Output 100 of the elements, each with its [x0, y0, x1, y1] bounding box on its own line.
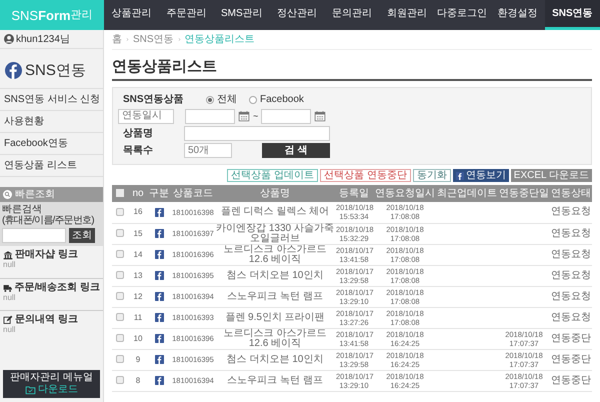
- table-cell: 9: [128, 349, 148, 370]
- search-field[interactable]: [2, 228, 66, 243]
- checkbox[interactable]: [116, 250, 124, 258]
- facebook-icon: [154, 229, 164, 238]
- product-name-field[interactable]: [184, 126, 330, 141]
- truck-icon: [3, 283, 12, 293]
- facebook-icon: [154, 292, 164, 301]
- breadcrumb-link[interactable]: 홈: [112, 34, 122, 44]
- action-button[interactable]: 연동보기: [452, 169, 509, 182]
- sidebar-item[interactable]: 연동상품 리스트: [4, 160, 77, 170]
- table-cell: 플렌 9.5인치 프라이팬: [216, 307, 334, 328]
- link-value: null: [3, 293, 16, 303]
- page-title: 연동상품리스트: [112, 58, 592, 81]
- radio-button[interactable]: [206, 96, 214, 104]
- nav-tab[interactable]: 문의관리: [324, 0, 380, 30]
- folder-icon: [25, 385, 36, 395]
- store-icon: [3, 250, 13, 260]
- table-cell: 연동요청: [550, 286, 592, 307]
- section-title: 빠른조회: [15, 188, 55, 202]
- table-cell: 노르디스크 아스가르드 12.6 베이직: [216, 328, 334, 349]
- table-cell: 연동요청: [550, 202, 592, 223]
- search-icon: [3, 190, 12, 199]
- sidebar-item[interactable]: SNS연동 서비스 신청: [4, 94, 100, 104]
- facebook-icon: [154, 355, 164, 364]
- manual-button[interactable]: 판매자관리 메뉴얼 다운로드: [3, 370, 100, 398]
- table-cell: 14: [128, 244, 148, 265]
- search-label: 빠른검색: [2, 205, 43, 215]
- radio-option[interactable]: 전체: [206, 94, 237, 104]
- radio-option[interactable]: Facebook: [249, 94, 304, 104]
- checkbox[interactable]: [116, 229, 124, 238]
- field-label: 목록수: [122, 146, 154, 156]
- table-cell: 스노우피크 녹턴 램프: [216, 286, 334, 307]
- logo-text: Form: [38, 8, 71, 22]
- checkbox[interactable]: [116, 313, 124, 322]
- user-name: khun1234님: [16, 32, 70, 46]
- field-label: SNS연동상품: [122, 94, 185, 104]
- search-button[interactable]: 조회: [69, 228, 95, 243]
- nav-tab[interactable]: 상품관리: [104, 0, 160, 30]
- nav-tab[interactable]: 회원관리: [380, 0, 435, 30]
- checkbox[interactable]: [116, 376, 124, 384]
- table-cell: 12: [128, 286, 148, 307]
- table-cell: 연동중단: [550, 328, 592, 349]
- nav-tab[interactable]: 주문관리: [159, 0, 214, 30]
- link-label[interactable]: 주문/배송조회 링크: [14, 283, 100, 293]
- table-cell: 연동중단: [550, 349, 592, 370]
- table-cell: 스노우피크 녹턴 램프: [216, 370, 334, 391]
- nav-tab[interactable]: 다중로그인: [434, 0, 490, 30]
- action-button[interactable]: 동기화: [412, 169, 451, 182]
- chevron-icon: [125, 37, 130, 42]
- facebook-icon: [5, 62, 22, 79]
- search-hint: (휴대폰/이름/주문번호): [2, 216, 94, 226]
- sidebar-title: SNS연동: [25, 63, 86, 78]
- manual-label: 판매자관리 메뉴얼: [10, 373, 93, 383]
- search-button[interactable]: 검 색: [262, 143, 330, 158]
- table-cell: 연동요청: [550, 307, 592, 328]
- date-field[interactable]: [185, 108, 235, 124]
- edit-icon: [3, 315, 13, 325]
- link-value: null: [3, 260, 16, 270]
- facebook-icon: [154, 376, 164, 385]
- table-cell: 11: [128, 307, 148, 328]
- table-cell: 8: [128, 370, 148, 391]
- checkbox[interactable]: [116, 189, 124, 198]
- checkbox[interactable]: [116, 355, 124, 364]
- table-cell: 13: [128, 265, 148, 286]
- calendar-icon: [238, 110, 250, 122]
- nav-tab[interactable]: 정산관리: [269, 0, 324, 30]
- nav-tab[interactable]: SMS관리: [214, 0, 270, 30]
- table-cell: 연동중단: [550, 370, 592, 391]
- table-cell: 연동요청: [550, 244, 592, 265]
- table-cell: 첨스 더치오븐 10인치: [216, 265, 334, 286]
- breadcrumb-link[interactable]: SNS연동: [133, 34, 174, 44]
- facebook-icon: [154, 271, 164, 280]
- table-cell: 10: [128, 328, 148, 349]
- link-value: null: [3, 325, 16, 335]
- table-cell: 15: [128, 223, 148, 244]
- date-field[interactable]: [261, 108, 312, 124]
- date-type-select[interactable]: 연동일시: [118, 108, 174, 124]
- sidebar-item[interactable]: 사용현황: [4, 116, 44, 126]
- table-cell: 16: [128, 202, 148, 223]
- checkbox[interactable]: [116, 292, 124, 300]
- facebook-icon: [456, 172, 464, 180]
- table-cell: 연동요청: [550, 265, 592, 286]
- table-cell: 첨스 더치오븐 10인치: [216, 349, 334, 370]
- radio-button[interactable]: [249, 96, 257, 104]
- nav-tab[interactable]: SNS연동: [544, 0, 600, 30]
- checkbox[interactable]: [116, 334, 124, 342]
- table-cell: 플렌 디럭스 릴렉스 체어: [216, 202, 334, 223]
- list-count-select[interactable]: 50개: [184, 143, 232, 158]
- link-label[interactable]: 문의내역 링크: [15, 315, 78, 325]
- table-cell: 노르디스크 아스가르드 12.6 베이직: [216, 244, 334, 265]
- checkbox[interactable]: [116, 271, 124, 280]
- logo-text: SNS: [11, 8, 38, 22]
- chevron-icon: [176, 37, 182, 42]
- nav-tab[interactable]: 환경설정: [490, 0, 545, 30]
- link-label[interactable]: 판매자샵 링크: [15, 250, 78, 260]
- facebook-icon: [154, 250, 164, 259]
- facebook-icon: [154, 334, 164, 343]
- checkbox[interactable]: [116, 208, 124, 216]
- action-button[interactable]: 선택상품 연동중단: [320, 169, 411, 182]
- sidebar-item[interactable]: Facebook연동: [4, 138, 68, 148]
